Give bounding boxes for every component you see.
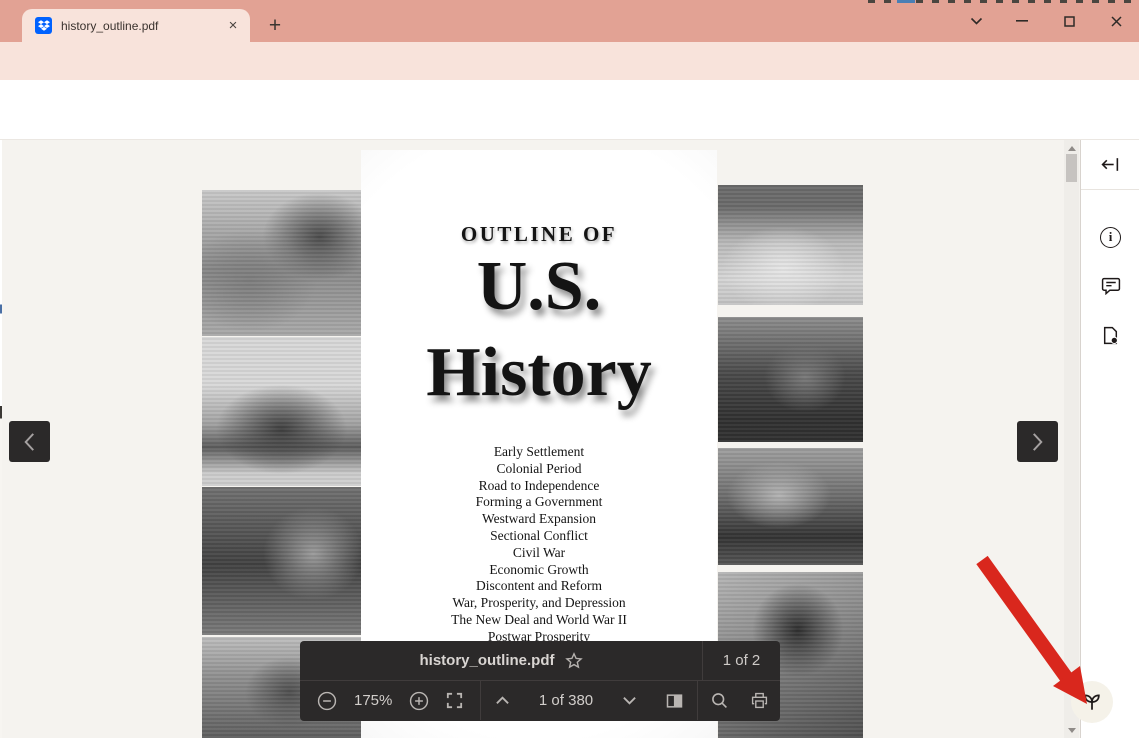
dropbox-preview-header: Download Open in Add signatures ••• Copy… — [0, 80, 1139, 140]
photo-thumbnail — [718, 185, 863, 305]
pdf-title-line1: U.S. — [361, 247, 717, 327]
chapter-item: Early Settlement — [361, 444, 717, 461]
scroll-down-icon[interactable] — [1068, 728, 1076, 733]
zoom-in-icon[interactable] — [409, 691, 429, 711]
file-page-count: 1 of 2 — [703, 641, 780, 680]
background-window-edge-artifact — [0, 140, 2, 738]
comment-icon[interactable] — [1081, 273, 1139, 299]
page-layout-icon[interactable] — [666, 694, 683, 708]
search-icon[interactable] — [711, 692, 728, 709]
next-page-button[interactable] — [1017, 421, 1058, 462]
page-navigation: 1 of 380 — [481, 681, 698, 720]
pdf-eyebrow-title: OUTLINE OF — [361, 222, 717, 247]
chapter-item: Road to Independence — [361, 478, 717, 495]
chapter-item: Economic Growth — [361, 562, 717, 579]
toolbar-filename: history_outline.pdf — [420, 652, 555, 669]
plant-icon — [1081, 691, 1103, 713]
photo-thumbnail — [202, 190, 361, 336]
pdf-title-line2: History — [361, 333, 717, 413]
background-window-artifact-blue — [897, 0, 915, 3]
chapter-item: War, Prosperity, and Depression — [361, 595, 717, 612]
tab-search-chevron-icon[interactable] — [962, 8, 990, 34]
window-minimize-button[interactable] — [1008, 8, 1036, 34]
previous-page-button[interactable] — [9, 421, 50, 462]
plant-assistant-button[interactable] — [1071, 681, 1113, 723]
zoom-level: 175% — [354, 692, 392, 709]
browser-tab[interactable]: history_outline.pdf × — [22, 9, 250, 42]
toolbar-file-section: history_outline.pdf — [300, 641, 703, 680]
chapter-item: Discontent and Reform — [361, 578, 717, 595]
new-tab-button[interactable]: + — [262, 13, 288, 39]
pdf-viewer-area: OUTLINE OF U.S. History Early Settlement… — [0, 140, 1139, 738]
scroll-up-icon[interactable] — [1068, 146, 1076, 151]
chapter-item: Westward Expansion — [361, 511, 717, 528]
window-maximize-button[interactable] — [1055, 8, 1083, 34]
info-icon[interactable]: i — [1081, 224, 1139, 250]
preview-sidebar: i — [1080, 140, 1139, 738]
chapter-item: Sectional Conflict — [361, 528, 717, 545]
page-down-chevron-icon[interactable] — [622, 696, 637, 705]
photo-thumbnail — [718, 317, 863, 442]
photo-thumbnail — [718, 448, 863, 565]
window-close-button[interactable] — [1102, 8, 1130, 34]
fullscreen-icon[interactable] — [446, 692, 463, 709]
dropbox-favicon-icon — [35, 17, 52, 34]
scrollbar-thumb[interactable] — [1066, 154, 1077, 182]
zoom-out-icon[interactable] — [317, 691, 337, 711]
page-indicator: 1 of 380 — [539, 692, 593, 709]
collapse-sidebar-icon[interactable] — [1081, 140, 1139, 190]
chapter-item: Colonial Period — [361, 461, 717, 478]
browser-window: history_outline.pdf × + ← → dropbox.com/… — [0, 0, 1139, 738]
tab-title: history_outline.pdf — [61, 19, 215, 33]
pdf-floating-toolbar: history_outline.pdf 1 of 2 175% — [300, 641, 780, 721]
photo-thumbnail — [202, 487, 361, 635]
chapter-item: Civil War — [361, 545, 717, 562]
browser-tab-bar: history_outline.pdf × + — [0, 0, 1139, 42]
pdf-chapter-list: Early Settlement Colonial Period Road to… — [361, 444, 717, 646]
zoom-controls: 175% — [300, 681, 481, 720]
print-icon[interactable] — [751, 692, 768, 709]
page-up-chevron-icon[interactable] — [495, 696, 510, 705]
browser-address-bar: ← → dropbox.com/home?preview=history_out… — [0, 42, 1139, 80]
document-activity-icon[interactable] — [1081, 322, 1139, 348]
chapter-item: The New Deal and World War II — [361, 612, 717, 629]
chapter-item: Forming a Government — [361, 494, 717, 511]
toolbar-tools — [698, 681, 780, 720]
photo-thumbnail — [202, 337, 361, 486]
favorite-star-icon[interactable] — [565, 652, 583, 670]
tab-close-icon[interactable]: × — [224, 17, 242, 35]
viewer-scrollbar[interactable] — [1064, 140, 1079, 738]
